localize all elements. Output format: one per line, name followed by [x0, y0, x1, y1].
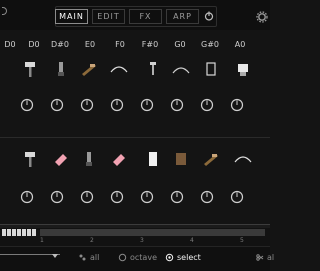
whip-icon[interactable] — [234, 150, 252, 168]
knob[interactable] — [20, 190, 34, 204]
bottom-all-label: all — [90, 252, 100, 262]
octave-number: 2 — [90, 237, 94, 244]
octave-number: 4 — [190, 237, 194, 244]
power-icon[interactable] — [204, 11, 214, 21]
curve-icon[interactable] — [172, 60, 190, 78]
glass-icon[interactable] — [202, 60, 220, 78]
knob[interactable] — [230, 98, 244, 112]
scissors-icon — [256, 253, 264, 261]
note-label — [0, 40, 24, 51]
note-label: F#0 — [141, 40, 159, 49]
select-all-icon — [79, 254, 86, 260]
bottom-octave-label: octave — [130, 252, 157, 262]
note-label: D0 — [28, 40, 40, 49]
octave-number: 3 — [140, 237, 144, 244]
bottom-cut[interactable]: al — [255, 251, 274, 263]
gear-icon[interactable] — [256, 11, 268, 23]
knob[interactable] — [80, 190, 94, 204]
select-icon — [165, 253, 174, 261]
note-label: G#0 — [201, 40, 219, 49]
tab-fx[interactable]: FX — [129, 9, 162, 24]
knob[interactable] — [170, 190, 184, 204]
note-label: A0 — [234, 40, 246, 49]
knob[interactable] — [140, 190, 154, 204]
hammer-icon[interactable] — [22, 60, 40, 78]
clip-icon[interactable] — [80, 60, 98, 78]
clip-icon[interactable] — [202, 150, 220, 168]
wood-block-icon[interactable] — [172, 150, 190, 168]
eraser-icon[interactable] — [52, 150, 70, 168]
note-label: F0 — [115, 40, 125, 49]
eraser-icon[interactable] — [110, 150, 128, 168]
note-label: D#0 — [51, 40, 69, 49]
knob[interactable] — [50, 190, 64, 204]
tab-edit[interactable]: EDIT — [92, 9, 125, 24]
knob[interactable] — [50, 98, 64, 112]
knob[interactable] — [110, 190, 124, 204]
bottom-select-label: select — [177, 252, 201, 262]
bottom-octave[interactable]: octave — [118, 251, 157, 263]
whip-icon[interactable] — [110, 60, 128, 78]
knob[interactable] — [80, 98, 94, 112]
knob[interactable] — [110, 98, 124, 112]
knob[interactable] — [230, 190, 244, 204]
knob[interactable] — [170, 98, 184, 112]
hammer-icon[interactable] — [22, 150, 40, 168]
brush-icon[interactable] — [234, 60, 252, 78]
bottom-all[interactable]: all — [78, 251, 99, 263]
chevron-down-icon[interactable] — [52, 254, 58, 258]
paper-icon[interactable] — [144, 150, 162, 168]
knob[interactable] — [200, 98, 214, 112]
tab-main[interactable]: MAIN — [55, 9, 88, 24]
knob[interactable] — [20, 98, 34, 112]
tab-arp[interactable]: ARP — [166, 9, 199, 24]
note-label: G0 — [174, 40, 186, 49]
note-label: E0 — [84, 40, 96, 49]
dropdown-line — [0, 254, 60, 255]
knob[interactable] — [200, 190, 214, 204]
knob[interactable] — [140, 98, 154, 112]
knife-icon[interactable] — [80, 150, 98, 168]
screw-icon[interactable] — [144, 60, 162, 78]
octave-number: 5 — [240, 237, 244, 244]
tab-group: MAIN EDIT FX ARP — [55, 8, 199, 25]
bottom-cut-label: al — [267, 252, 275, 262]
bottom-select[interactable]: select — [165, 251, 201, 263]
octave-number: 1 — [40, 237, 44, 244]
bank-separator — [0, 137, 270, 138]
knife-icon[interactable] — [52, 60, 70, 78]
octave-icon — [118, 253, 127, 261]
